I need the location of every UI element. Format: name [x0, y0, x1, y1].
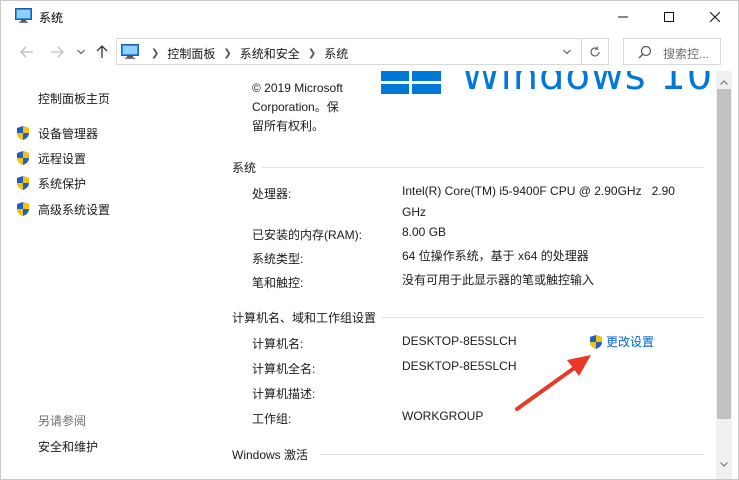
- computer-name-section: 计算机名、域和工作组设置: [232, 309, 704, 326]
- title-bar[interactable]: 系统: [1, 1, 738, 32]
- red-arrow-annotation: [515, 355, 591, 411]
- windows-logo-icon: [381, 71, 441, 94]
- processor-value-line2: GHz: [402, 205, 426, 219]
- breadcrumb-system[interactable]: 系统: [324, 45, 348, 62]
- see-also-heading: 另请参阅: [38, 414, 87, 428]
- search-icon: [638, 45, 652, 59]
- shield-icon: [17, 202, 29, 216]
- up-button[interactable]: [92, 42, 112, 62]
- pen-touch-value: 没有可用于此显示器的笔或触控输入: [402, 273, 595, 287]
- sidebar-item-system-protection[interactable]: 系统保护: [15, 174, 86, 192]
- window-title: 系统: [39, 11, 64, 25]
- scroll-up-button[interactable]: [716, 75, 732, 89]
- full-computer-name-label: 计算机全名:: [252, 362, 316, 376]
- sidebar-item-label: 设备管理器: [38, 126, 99, 141]
- section-title-system: 系统: [232, 161, 257, 175]
- sidebar-item-label: 高级系统设置: [38, 202, 111, 217]
- refresh-icon: [590, 45, 600, 57]
- chevron-up-icon: [720, 79, 728, 85]
- chevron-down-icon: [720, 461, 728, 467]
- sidebar-item-remote-settings[interactable]: 远程设置: [15, 149, 86, 167]
- system-window: 系统 ❯ 控制面板 ❯ 系统和安全 ❯ 系统 搜索控... 控制面板主页 设备管…: [0, 0, 739, 480]
- breadcrumb: ❯ 控制面板 ❯ 系统和安全 ❯ 系统: [143, 45, 348, 62]
- left-pane: 控制面板主页 设备管理器 远程设置 系统保护 高级系统设置 另请参阅 安全和维护: [1, 73, 219, 479]
- system-type-value: 64 位操作系统，基于 x64 的处理器: [402, 249, 589, 263]
- activation-section: Windows 激活: [232, 446, 704, 463]
- forward-button[interactable]: [47, 42, 67, 62]
- computer-name-value: DESKTOP-8E5SLCH: [402, 334, 517, 348]
- breadcrumb-separator-icon[interactable]: ❯: [151, 48, 159, 59]
- control-panel-home-link[interactable]: 控制面板主页: [38, 90, 110, 107]
- shield-icon: [17, 151, 29, 165]
- minimize-button[interactable]: [600, 1, 646, 32]
- back-button[interactable]: [17, 42, 37, 62]
- breadcrumb-system-security[interactable]: 系统和安全: [240, 45, 300, 62]
- vertical-scrollbar[interactable]: [716, 71, 732, 479]
- processor-value: Intel(R) Core(TM) i5-9400F CPU @ 2.90GHz…: [402, 181, 675, 223]
- control-panel-icon: [121, 44, 139, 59]
- system-type-label: 系统类型:: [252, 252, 304, 266]
- search-input[interactable]: 搜索控...: [623, 38, 721, 65]
- copyright-line: © 2019 Microsoft: [252, 81, 343, 95]
- sidebar-item-label: 系统保护: [38, 176, 87, 191]
- arrow-up-icon: [96, 45, 108, 58]
- section-divider: [262, 167, 704, 168]
- section-divider: [382, 317, 704, 318]
- maximize-icon: [664, 11, 674, 22]
- address-dropdown-button[interactable]: [558, 44, 576, 60]
- recent-locations-button[interactable]: [74, 42, 88, 62]
- section-title-activation: Windows 激活: [232, 448, 309, 462]
- chevron-down-icon: [77, 49, 85, 55]
- security-maintenance-link[interactable]: 安全和维护: [38, 438, 98, 455]
- scroll-down-button[interactable]: [716, 457, 732, 471]
- section-title-computer-name: 计算机名、域和工作组设置: [232, 311, 377, 325]
- breadcrumb-control-panel[interactable]: 控制面板: [167, 45, 215, 62]
- sidebar-item-label: 远程设置: [38, 151, 87, 166]
- computer-name-label: 计算机名:: [252, 337, 304, 351]
- arrow-right-icon: [51, 46, 64, 58]
- processor-value-line1: Intel(R) Core(TM) i5-9400F CPU @ 2.90GHz…: [402, 184, 675, 198]
- address-bar[interactable]: ❯ 控制面板 ❯ 系统和安全 ❯ 系统: [116, 38, 582, 65]
- pen-touch-label: 笔和触控:: [252, 276, 304, 290]
- breadcrumb-separator-icon[interactable]: ❯: [223, 48, 231, 59]
- sidebar-item-device-manager[interactable]: 设备管理器: [15, 124, 98, 142]
- full-computer-name-value: DESKTOP-8E5SLCH: [402, 359, 517, 373]
- scroll-thumb[interactable]: [717, 89, 731, 419]
- processor-label: 处理器:: [252, 187, 292, 201]
- change-settings-label: 更改设置: [606, 335, 655, 349]
- chevron-down-icon: [563, 49, 571, 55]
- shield-icon: [17, 126, 29, 140]
- window-edge: [732, 71, 738, 479]
- shield-icon: [17, 176, 29, 190]
- arrow-left-icon: [20, 46, 33, 58]
- computer-description-label: 计算机描述:: [252, 387, 316, 401]
- copyright-line: Corporation。保: [252, 100, 339, 114]
- copyright-line: 留所有权利。: [252, 119, 325, 133]
- ram-value: 8.00 GB: [402, 225, 447, 239]
- copyright-text: © 2019 Microsoft Corporation。保 留所有权利。: [252, 79, 372, 136]
- ram-label: 已安装的内存(RAM):: [252, 228, 362, 242]
- close-icon: [710, 11, 720, 22]
- computer-monitor-icon: [15, 8, 32, 23]
- system-section: 系统: [232, 159, 704, 176]
- search-placeholder: 搜索控...: [663, 47, 710, 61]
- workgroup-value: WORKGROUP: [402, 409, 484, 423]
- workgroup-label: 工作组:: [252, 412, 292, 426]
- breadcrumb-separator-icon[interactable]: ❯: [308, 48, 316, 59]
- navigation-bar: ❯ 控制面板 ❯ 系统和安全 ❯ 系统 搜索控...: [1, 34, 738, 70]
- windows-logo-text: Windows 10: [461, 71, 714, 99]
- section-divider: [320, 454, 704, 455]
- maximize-button[interactable]: [646, 1, 692, 32]
- refresh-button[interactable]: [582, 38, 609, 65]
- minimize-icon: [618, 16, 628, 17]
- main-content: © 2019 Microsoft Corporation。保 留所有权利。 Wi…: [219, 71, 716, 479]
- close-button[interactable]: [692, 1, 738, 32]
- sidebar-item-advanced-settings[interactable]: 高级系统设置: [15, 200, 110, 218]
